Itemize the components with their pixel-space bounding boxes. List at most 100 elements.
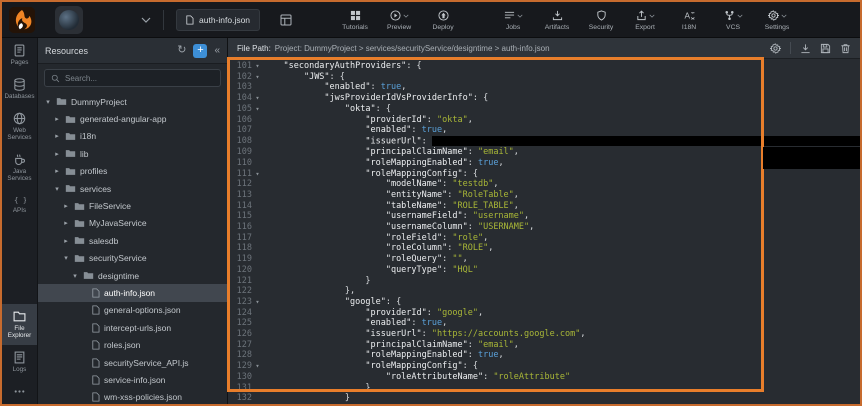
- chevron-right-icon[interactable]: ▸: [53, 167, 61, 175]
- sidebar-item-java-services[interactable]: Java Services: [2, 147, 37, 188]
- code-line-126[interactable]: 126 "issuerUrl": "https://accounts.googl…: [228, 329, 860, 340]
- code-line-128[interactable]: 128 "roleMappingEnabled": true,: [228, 350, 860, 361]
- topbar-action-preview[interactable]: Preview: [378, 9, 420, 31]
- tree-item-lib[interactable]: ▸lib: [38, 145, 227, 162]
- chevron-right-icon[interactable]: ▸: [62, 237, 70, 245]
- code-line-116[interactable]: 116 "usernameColumn": "USERNAME",: [228, 222, 860, 233]
- chevron-right-icon[interactable]: ▸: [53, 132, 61, 140]
- tree-item-profiles[interactable]: ▸profiles: [38, 163, 227, 180]
- refresh-icon[interactable]: ↻: [177, 45, 186, 56]
- code-line-113[interactable]: 113 "entityName": "RoleTable",: [228, 190, 860, 201]
- tree-item-wm-xss-policies.json[interactable]: wm-xss-policies.json: [38, 389, 227, 404]
- file-icon: [92, 305, 100, 315]
- chevron-down-icon[interactable]: ▾: [44, 98, 52, 106]
- topbar-action-jobs[interactable]: Jobs: [492, 9, 534, 31]
- collapse-panel-icon[interactable]: «: [214, 45, 220, 56]
- fold-toggle-icon[interactable]: ▾: [252, 361, 263, 372]
- code-line-121[interactable]: 121 }: [228, 276, 860, 287]
- code-line-119[interactable]: 119 "roleQuery": "",: [228, 254, 860, 265]
- topbar-action-settings[interactable]: Settings: [756, 9, 798, 31]
- add-resource-button[interactable]: +: [193, 44, 207, 58]
- tree-item-FileService[interactable]: ▸FileService: [38, 197, 227, 214]
- code-line-102[interactable]: 102▾ "JWS": {: [228, 72, 860, 83]
- open-file-tab[interactable]: auth-info.json: [176, 9, 260, 31]
- fold-toggle-icon[interactable]: ▾: [252, 297, 263, 308]
- chevron-right-icon[interactable]: ▸: [62, 219, 70, 227]
- code-line-124[interactable]: 124 "providerId": "google",: [228, 308, 860, 319]
- sidebar-item-pages[interactable]: Pages: [2, 38, 37, 72]
- project-avatar[interactable]: [55, 6, 83, 34]
- tree-item-intercept-urls.json[interactable]: intercept-urls.json: [38, 319, 227, 336]
- code-line-105[interactable]: 105▾ "okta": {: [228, 104, 860, 115]
- tree-item-service-info.json[interactable]: service-info.json: [38, 371, 227, 388]
- dashboard-grid-icon[interactable]: [280, 14, 292, 26]
- fold-toggle-icon[interactable]: ▾: [252, 61, 263, 72]
- code-line-104[interactable]: 104▾ "jwsProviderIdVsProviderInfo": {: [228, 93, 860, 104]
- sidebar-item-file-explorer[interactable]: File Explorer: [2, 304, 37, 345]
- tree-item-i18n[interactable]: ▸i18n: [38, 128, 227, 145]
- topbar-action-deploy[interactable]: Deploy: [422, 9, 464, 31]
- sidebar-item-web-services[interactable]: Web Services: [2, 106, 37, 147]
- code-line-125[interactable]: 125 "enabled": true,: [228, 318, 860, 329]
- code-line-123[interactable]: 123▾ "google": {: [228, 297, 860, 308]
- topbar-action-export[interactable]: Export: [624, 9, 666, 31]
- project-switcher-chevron-down-icon[interactable]: [141, 17, 151, 23]
- code-text: "entityName": "RoleTable",: [263, 190, 519, 201]
- code-line-112[interactable]: 112 "modelName": "testdb",: [228, 179, 860, 190]
- code-line-122[interactable]: 122 },: [228, 286, 860, 297]
- tree-item-DummyProject[interactable]: ▾DummyProject: [38, 93, 227, 110]
- code-line-129[interactable]: 129▾ "roleMappingConfig": {: [228, 361, 860, 372]
- tree-item-salesdb[interactable]: ▸salesdb: [38, 232, 227, 249]
- code-line-131[interactable]: 131 }: [228, 383, 860, 394]
- tree-item-generated-angular-app[interactable]: ▸generated-angular-app: [38, 110, 227, 127]
- topbar-action-i18n[interactable]: AI18N: [668, 9, 710, 31]
- code-line-127[interactable]: 127 "principalClaimName": "email",: [228, 340, 860, 351]
- chevron-right-icon[interactable]: ▸: [62, 202, 70, 210]
- sidebar-item-logs[interactable]: Logs: [2, 345, 37, 379]
- code-line-132[interactable]: 132 }: [228, 393, 860, 404]
- topbar-action-tutorials[interactable]: Tutorials: [334, 9, 376, 31]
- chevron-down-icon[interactable]: ▾: [53, 185, 61, 193]
- tree-item-general-options.json[interactable]: general-options.json: [38, 302, 227, 319]
- fold-toggle-icon[interactable]: ▾: [252, 169, 263, 180]
- code-line-101[interactable]: 101▾ "secondaryAuthProviders": {: [228, 61, 860, 72]
- wavemaker-logo-icon[interactable]: [9, 7, 35, 33]
- code-line-130[interactable]: 130 "roleAttributeName": "roleAttribute": [228, 372, 860, 383]
- topbar-action-vcs[interactable]: VCS: [712, 9, 754, 31]
- fold-toggle-icon[interactable]: ▾: [252, 93, 263, 104]
- code-line-106[interactable]: 106 "providerId": "okta",: [228, 115, 860, 126]
- sidebar-item-more[interactable]: [2, 379, 37, 404]
- tree-item-designtime[interactable]: ▾designtime: [38, 267, 227, 284]
- code-line-108[interactable]: 108 "issuerUrl":: [228, 136, 860, 147]
- code-area[interactable]: 101▾ "secondaryAuthProviders": {102▾ "JW…: [228, 59, 860, 404]
- topbar-action-artifacts[interactable]: Artifacts: [536, 9, 578, 31]
- tree-item-securityService_API.js[interactable]: securityService_API.js: [38, 354, 227, 371]
- code-line-120[interactable]: 120 "queryType": "HQL": [228, 265, 860, 276]
- chevron-right-icon[interactable]: ▸: [53, 150, 61, 158]
- fold-toggle-icon[interactable]: ▾: [252, 72, 263, 83]
- save-icon[interactable]: [820, 43, 831, 54]
- sidebar-item-apis[interactable]: { }APIs: [2, 188, 37, 220]
- fold-toggle-icon[interactable]: ▾: [252, 104, 263, 115]
- code-line-103[interactable]: 103 "enabled": true,: [228, 82, 860, 93]
- chevron-down-icon[interactable]: ▾: [71, 272, 79, 280]
- tree-item-auth-info.json[interactable]: auth-info.json: [38, 284, 227, 301]
- code-line-114[interactable]: 114 "tableName": "ROLE_TABLE",: [228, 201, 860, 212]
- code-line-118[interactable]: 118 "roleColumn": "ROLE",: [228, 243, 860, 254]
- code-line-115[interactable]: 115 "usernameField": "username",: [228, 211, 860, 222]
- tree-item-roles.json[interactable]: roles.json: [38, 336, 227, 353]
- code-line-117[interactable]: 117 "roleField": "role",: [228, 233, 860, 244]
- search-input[interactable]: [65, 74, 214, 83]
- sidebar-item-databases[interactable]: Databases: [2, 72, 37, 106]
- chevron-right-icon[interactable]: ▸: [53, 115, 61, 123]
- tree-item-MyJavaService[interactable]: ▸MyJavaService: [38, 215, 227, 232]
- chevron-down-icon[interactable]: ▾: [62, 254, 70, 262]
- trash-icon[interactable]: [840, 43, 851, 54]
- download-icon[interactable]: [800, 43, 811, 54]
- tree-item-services[interactable]: ▾services: [38, 180, 227, 197]
- code-line-111[interactable]: 111▾ "roleMappingConfig": {: [228, 169, 860, 180]
- tree-item-securityService[interactable]: ▾securityService: [38, 250, 227, 267]
- gear-icon[interactable]: [770, 43, 781, 54]
- code-line-107[interactable]: 107 "enabled": true,: [228, 125, 860, 136]
- topbar-action-security[interactable]: Security: [580, 9, 622, 31]
